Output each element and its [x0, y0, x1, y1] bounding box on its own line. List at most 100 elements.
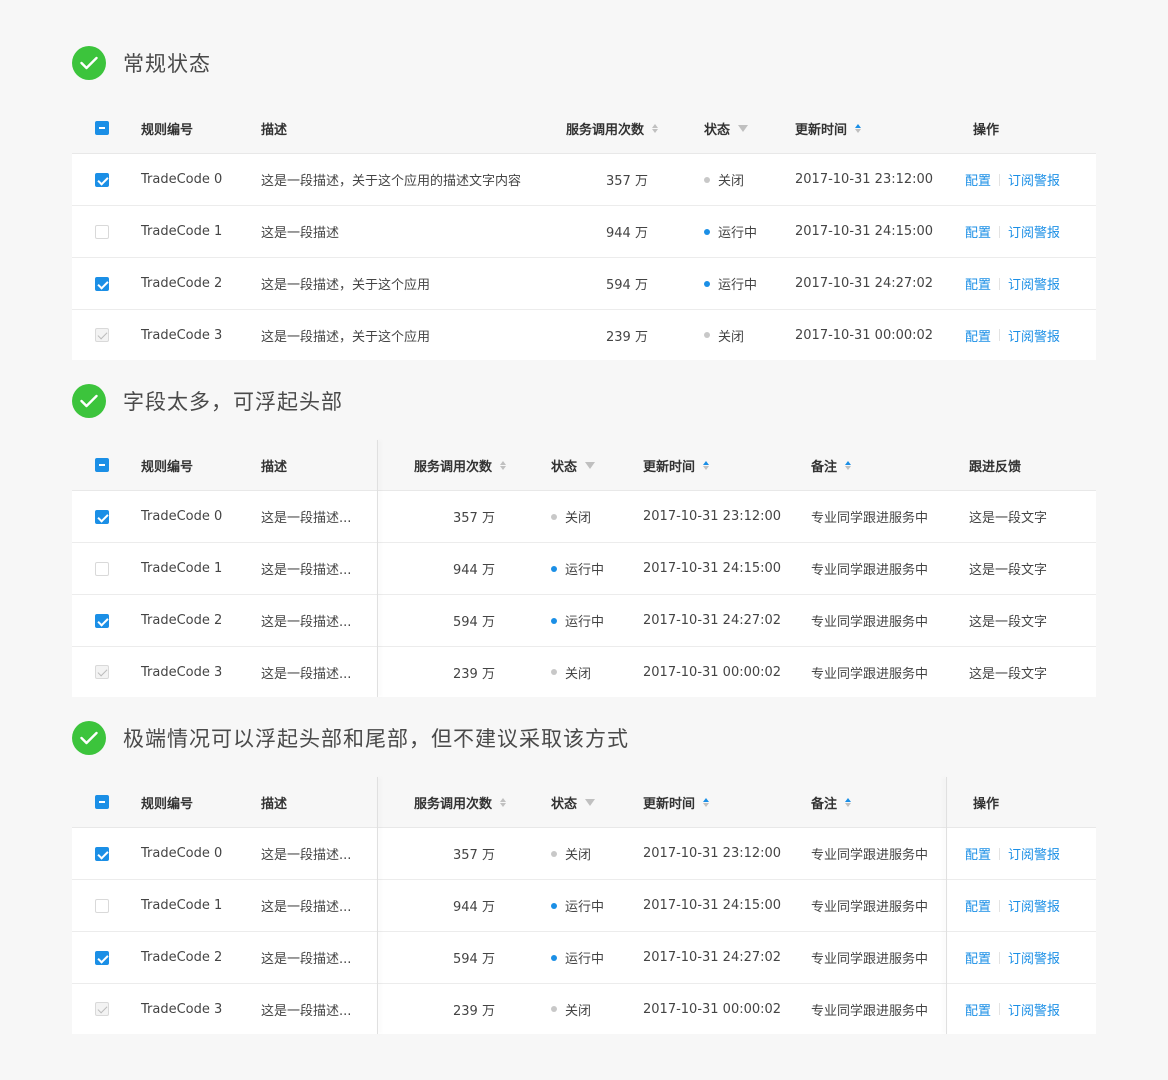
cell-desc: 这是一段描述，关于这个应用	[261, 329, 431, 345]
table-header-row: 规则编号 描述 服务调用次数 状态 更新时间 备注 操作	[72, 777, 1096, 828]
cell-desc: 这是一段描述...	[261, 666, 352, 682]
cell-desc: 这是一段描述...	[261, 848, 352, 863]
header-note[interactable]: 备注	[811, 777, 852, 827]
select-all-checkbox[interactable]	[95, 795, 109, 809]
header-rule-id: 规则编号	[141, 122, 194, 138]
cell-note: 专业同学跟进服务中	[811, 1003, 929, 1019]
cell-time: 2017-10-31 24:27:02	[795, 276, 934, 291]
success-check-icon	[72, 384, 106, 418]
subscribe-alert-link[interactable]: 订阅警报	[1008, 326, 1060, 345]
config-link[interactable]: 配置	[965, 1000, 991, 1019]
cell-rule-id: TradeCode 3	[141, 327, 223, 343]
filter-icon[interactable]	[738, 124, 749, 132]
subscribe-alert-link[interactable]: 订阅警报	[1008, 896, 1060, 915]
table-row: TradeCode 3 这是一段描述... 239 万 关闭 2017-10-3…	[72, 984, 1096, 1034]
cell-follow: 这是一段文字	[969, 511, 1048, 526]
filter-icon[interactable]	[585, 798, 596, 806]
header-time[interactable]: 更新时间	[643, 777, 710, 827]
select-all-checkbox[interactable]	[95, 458, 109, 472]
table-row: TradeCode 1 这是一段描述... 944 万 运行中 2017-10-…	[72, 880, 1096, 932]
header-calls[interactable]: 服务调用次数	[414, 440, 507, 490]
subscribe-alert-link[interactable]: 订阅警报	[1008, 170, 1060, 189]
header-time[interactable]: 更新时间	[795, 103, 862, 153]
select-all-checkbox[interactable]	[95, 121, 109, 135]
cell-note: 专业同学跟进服务中	[811, 666, 929, 682]
cell-time: 2017-10-31 23:12:00	[643, 509, 782, 524]
table-row: TradeCode 2 这是一段描述，关于这个应用 594 万 运行中 2017…	[72, 258, 1096, 310]
config-link[interactable]: 配置	[965, 170, 991, 189]
cell-status: 运行中	[551, 543, 604, 594]
status-text: 关闭	[565, 848, 592, 863]
subscribe-alert-link[interactable]: 订阅警报	[1008, 274, 1060, 293]
header-status[interactable]: 状态	[704, 103, 749, 153]
cell-note: 专业同学跟进服务中	[811, 615, 929, 630]
header-status[interactable]: 状态	[551, 440, 596, 490]
cell-calls: 357 万	[453, 848, 495, 863]
sort-icon[interactable]	[500, 797, 507, 807]
row-checkbox[interactable]	[95, 276, 109, 291]
status-dot	[704, 332, 710, 338]
sort-asc-icon[interactable]	[845, 797, 852, 807]
header-calls[interactable]: 服务调用次数	[414, 777, 507, 827]
sort-asc-icon[interactable]	[703, 797, 710, 807]
sort-icon[interactable]	[500, 460, 507, 470]
row-checkbox[interactable]	[95, 613, 109, 628]
header-follow: 跟进反馈	[969, 459, 1022, 475]
subscribe-alert-link[interactable]: 订阅警报	[1008, 948, 1060, 967]
cell-note: 专业同学跟进服务中	[811, 900, 929, 915]
header-note-label: 备注	[811, 796, 838, 812]
sort-icon[interactable]	[652, 123, 659, 133]
cell-calls: 944 万	[606, 226, 648, 241]
header-status[interactable]: 状态	[551, 777, 596, 827]
subscribe-alert-link[interactable]: 订阅警报	[1008, 844, 1060, 863]
sort-asc-icon[interactable]	[845, 460, 852, 470]
divider	[999, 899, 1001, 912]
row-checkbox[interactable]	[95, 509, 109, 524]
subscribe-alert-link[interactable]: 订阅警报	[1008, 1000, 1060, 1019]
config-link[interactable]: 配置	[965, 274, 991, 293]
cell-rule-id: TradeCode 1	[141, 224, 223, 239]
header-rule-id: 规则编号	[141, 796, 194, 812]
status-dot	[551, 954, 557, 961]
row-checkbox[interactable]	[95, 172, 109, 187]
config-link[interactable]: 配置	[965, 948, 991, 967]
config-link[interactable]: 配置	[965, 222, 991, 241]
config-link[interactable]: 配置	[965, 844, 991, 863]
header-status-label: 状态	[551, 459, 578, 475]
cell-status: 运行中	[551, 880, 604, 931]
cell-ops: 配置 订阅警报	[965, 932, 1060, 983]
config-link[interactable]: 配置	[965, 326, 991, 345]
success-check-icon	[72, 721, 106, 755]
cell-calls: 944 万	[453, 563, 495, 578]
header-calls[interactable]: 服务调用次数	[566, 103, 659, 153]
cell-ops: 配置 订阅警报	[965, 154, 1060, 205]
cell-status: 关闭	[704, 310, 744, 360]
divider	[999, 847, 1001, 860]
cell-time: 2017-10-31 24:15:00	[643, 898, 782, 913]
sort-asc-icon[interactable]	[855, 123, 862, 133]
filter-icon[interactable]	[585, 461, 596, 469]
cell-calls: 594 万	[453, 952, 495, 967]
cell-status: 运行中	[704, 206, 757, 257]
header-note[interactable]: 备注	[811, 440, 852, 490]
table-row: TradeCode 3 这是一段描述，关于这个应用 239 万 关闭 2017-…	[72, 310, 1096, 360]
cell-desc: 这是一段描述...	[261, 952, 352, 967]
divider	[999, 173, 1001, 186]
divider	[999, 225, 1001, 238]
row-checkbox[interactable]	[95, 224, 109, 239]
row-checkbox[interactable]	[95, 898, 109, 913]
cell-desc: 这是一段描述...	[261, 615, 352, 630]
section-title-text: 极端情况可以浮起头部和尾部，但不建议采取该方式	[123, 727, 629, 751]
row-checkbox[interactable]	[95, 950, 109, 965]
cell-desc: 这是一段描述...	[261, 1003, 352, 1019]
sort-asc-icon[interactable]	[703, 460, 710, 470]
row-checkbox[interactable]	[95, 561, 109, 576]
header-time-label: 更新时间	[643, 459, 696, 475]
cell-rule-id: TradeCode 2	[141, 950, 223, 965]
config-link[interactable]: 配置	[965, 896, 991, 915]
cell-calls: 944 万	[453, 900, 495, 915]
cell-note: 专业同学跟进服务中	[811, 952, 929, 967]
row-checkbox[interactable]	[95, 846, 109, 861]
header-time[interactable]: 更新时间	[643, 440, 710, 490]
subscribe-alert-link[interactable]: 订阅警报	[1008, 222, 1060, 241]
